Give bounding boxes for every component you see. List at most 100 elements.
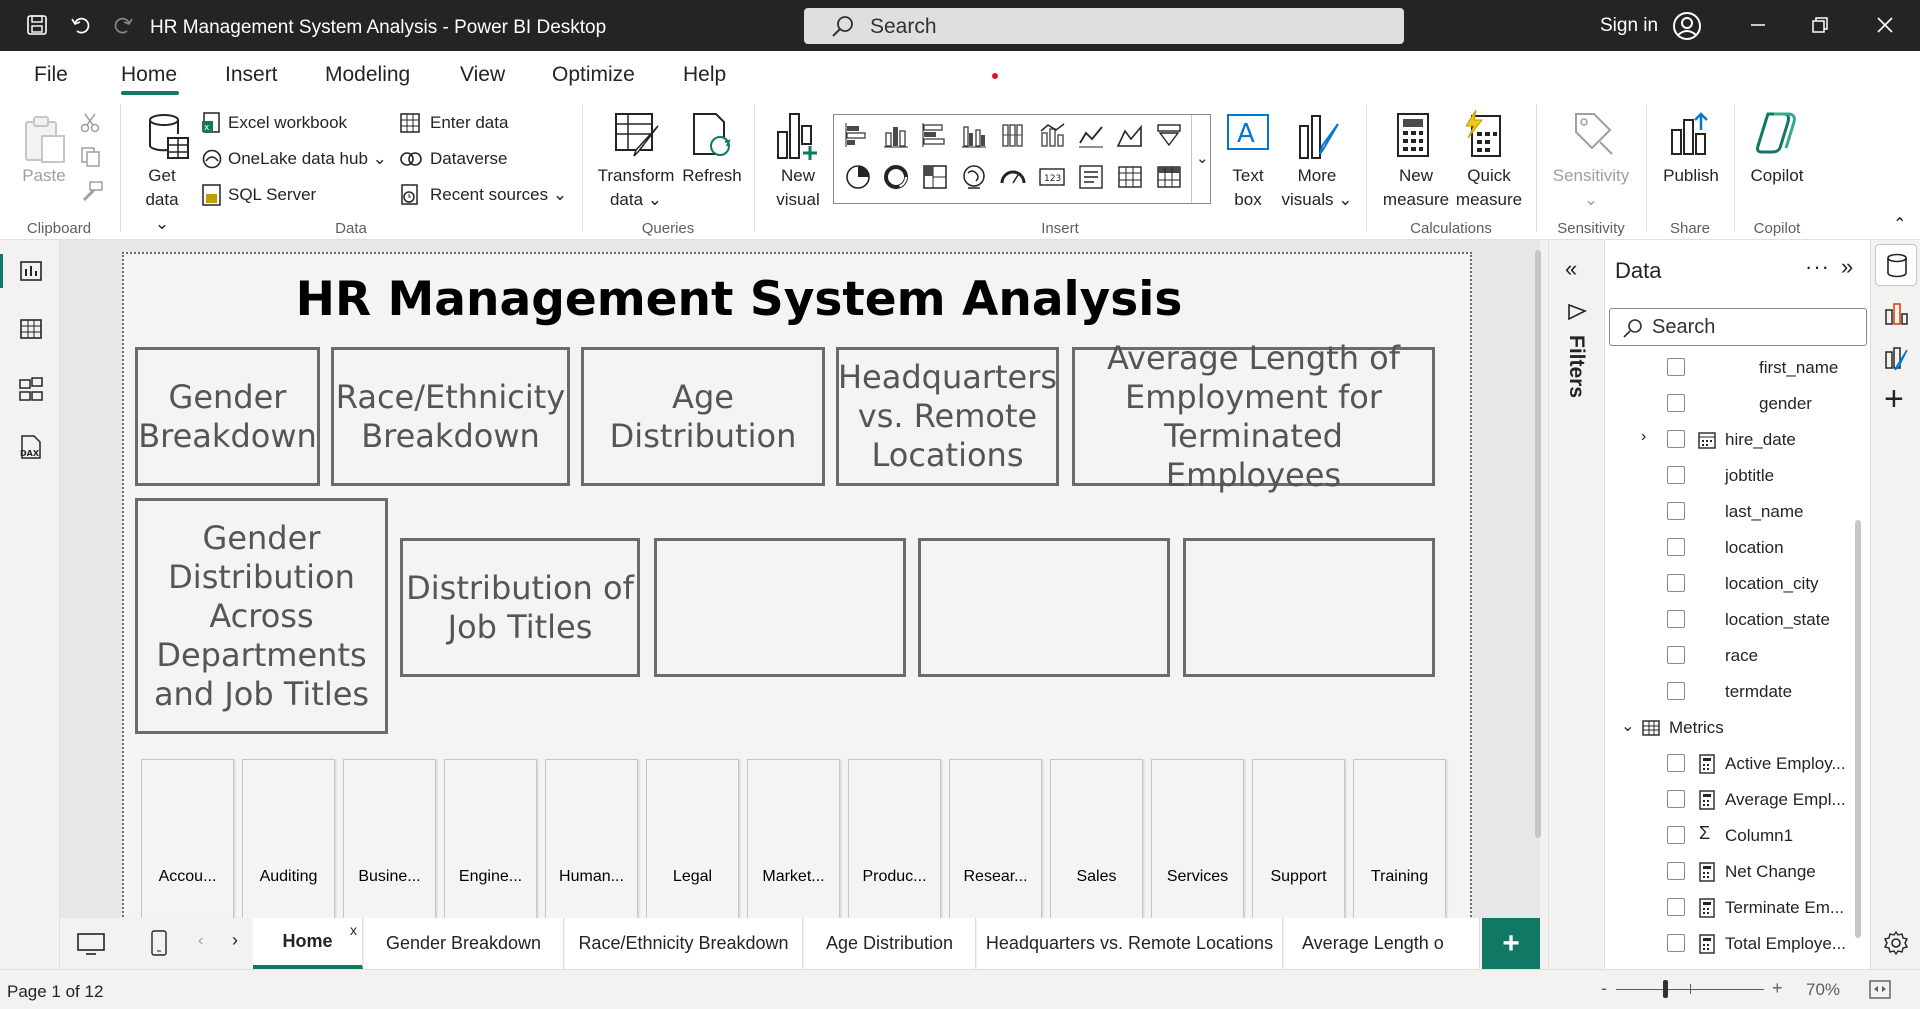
- visuals-gallery[interactable]: 123 ⌄: [833, 114, 1211, 204]
- account-icon[interactable]: [1672, 11, 1702, 41]
- page-tab-average-length[interactable]: Average Length o: [1284, 918, 1480, 969]
- area-chart-icon[interactable]: [1116, 121, 1144, 149]
- field-checkbox[interactable]: [1667, 682, 1685, 700]
- field-checkbox[interactable]: [1667, 574, 1685, 592]
- minimize-icon[interactable]: [1745, 12, 1771, 38]
- field-checkbox[interactable]: [1667, 358, 1685, 376]
- zoom-slider-thumb[interactable]: [1663, 980, 1668, 998]
- field-item[interactable]: location_city: [1605, 566, 1871, 602]
- model-view-icon[interactable]: [18, 376, 44, 404]
- copilot-button[interactable]: Copilot: [1740, 164, 1814, 188]
- measure-item[interactable]: Active Employ...: [1605, 746, 1871, 782]
- distribution-of-job-titles-button[interactable]: Distribution of Job Titles: [400, 538, 640, 677]
- treemap-icon[interactable]: [921, 163, 949, 191]
- redo-icon[interactable]: [110, 12, 136, 38]
- field-checkbox[interactable]: [1667, 898, 1685, 916]
- empty-button-placeholder[interactable]: [918, 538, 1170, 677]
- mobile-layout-icon[interactable]: [150, 929, 168, 957]
- page-tab-gender-breakdown[interactable]: Gender Breakdown: [364, 918, 564, 969]
- department-slicer-item[interactable]: Training: [1353, 759, 1446, 918]
- format-painter-icon[interactable]: [80, 180, 104, 202]
- page-tab-home[interactable]: Home x: [253, 918, 363, 969]
- dax-query-view-icon[interactable]: DAX: [16, 434, 46, 462]
- close-tab-icon[interactable]: x: [350, 922, 357, 938]
- field-checkbox[interactable]: [1667, 466, 1685, 484]
- tab-help[interactable]: Help: [683, 63, 726, 87]
- add-page-button[interactable]: +: [1482, 918, 1540, 969]
- department-slicer-item[interactable]: Legal: [646, 759, 739, 918]
- paste-button[interactable]: Paste: [22, 164, 66, 188]
- field-checkbox[interactable]: [1667, 790, 1685, 808]
- department-slicer-item[interactable]: Produc...: [848, 759, 941, 918]
- zoom-out-button[interactable]: -: [1601, 978, 1607, 999]
- quick-measure-button[interactable]: Quick measure: [1454, 164, 1524, 212]
- line-chart-icon[interactable]: [1077, 121, 1105, 149]
- department-slicer-item[interactable]: Sales: [1050, 759, 1143, 918]
- restore-icon[interactable]: [1807, 12, 1833, 38]
- tab-home[interactable]: Home: [121, 63, 177, 87]
- field-item[interactable]: last_name: [1605, 494, 1871, 530]
- collapse-filters-icon[interactable]: «: [1565, 256, 1577, 282]
- stacked-column-chart-icon[interactable]: [882, 121, 910, 149]
- empty-button-placeholder[interactable]: [654, 538, 906, 677]
- visualizations-icon[interactable]: [1883, 300, 1909, 328]
- pie-chart-icon[interactable]: [844, 163, 872, 191]
- line-and-column-chart-icon[interactable]: [1038, 121, 1066, 149]
- donut-chart-icon[interactable]: [882, 163, 910, 191]
- measure-item[interactable]: Average Empl...: [1605, 782, 1871, 818]
- table-view-icon[interactable]: [18, 316, 44, 342]
- tab-insert[interactable]: Insert: [225, 63, 278, 87]
- department-slicer-item[interactable]: Accou...: [141, 759, 234, 918]
- field-item[interactable]: location: [1605, 530, 1871, 566]
- field-item[interactable]: termdate: [1605, 674, 1871, 710]
- field-checkbox[interactable]: [1667, 934, 1685, 952]
- expand-chevron-icon[interactable]: ›: [1641, 428, 1646, 446]
- transform-data-button[interactable]: Transform data ⌄: [594, 164, 678, 212]
- clustered-bar-chart-icon[interactable]: [921, 121, 949, 149]
- excel-workbook-button[interactable]: Excel workbook: [228, 113, 347, 133]
- save-icon[interactable]: [24, 12, 50, 38]
- table-visual-icon[interactable]: [1116, 163, 1144, 191]
- zoom-in-button[interactable]: +: [1772, 978, 1783, 999]
- copy-icon[interactable]: [80, 146, 102, 168]
- filters-label[interactable]: Filters: [1564, 335, 1588, 398]
- measure-item[interactable]: Terminate Em...: [1605, 890, 1871, 926]
- multi-row-card-icon[interactable]: [1077, 163, 1105, 191]
- age-distribution-button[interactable]: Age Distribution: [581, 347, 825, 486]
- department-slicer-item[interactable]: Auditing: [242, 759, 335, 918]
- new-visual-button[interactable]: New visual: [770, 164, 826, 212]
- measure-item[interactable]: Total Employe...: [1605, 926, 1871, 962]
- new-measure-button[interactable]: New measure: [1378, 164, 1454, 212]
- add-pane-icon[interactable]: +: [1884, 380, 1904, 419]
- tab-view[interactable]: View: [460, 63, 505, 87]
- field-item[interactable]: first_name: [1605, 350, 1871, 386]
- report-view-icon[interactable]: [18, 258, 44, 284]
- clustered-column-chart-icon[interactable]: [960, 121, 988, 149]
- close-icon[interactable]: [1872, 12, 1898, 38]
- 100-percent-column-chart-icon[interactable]: [999, 121, 1027, 149]
- gauge-icon[interactable]: [999, 163, 1027, 191]
- tab-modeling[interactable]: Modeling: [325, 63, 410, 87]
- fit-to-page-icon[interactable]: [1868, 979, 1892, 1001]
- tab-file[interactable]: File: [34, 63, 68, 87]
- dataverse-button[interactable]: Dataverse: [430, 149, 507, 169]
- undo-icon[interactable]: [68, 12, 94, 38]
- sql-server-button[interactable]: SQL Server: [228, 185, 316, 205]
- tab-optimize[interactable]: Optimize: [552, 63, 635, 87]
- global-search-input[interactable]: Search: [804, 8, 1404, 44]
- field-checkbox[interactable]: [1667, 430, 1685, 448]
- field-checkbox[interactable]: [1667, 538, 1685, 556]
- data-pane-scrollbar[interactable]: [1855, 520, 1861, 938]
- field-checkbox[interactable]: [1667, 502, 1685, 520]
- field-checkbox[interactable]: [1667, 610, 1685, 628]
- sign-in-link[interactable]: Sign in: [1600, 15, 1658, 37]
- more-options-icon[interactable]: ···: [1805, 254, 1830, 280]
- field-checkbox[interactable]: [1667, 862, 1685, 880]
- department-slicer-item[interactable]: Busine...: [343, 759, 436, 918]
- department-slicer-item[interactable]: Engine...: [444, 759, 537, 918]
- average-length-of-employment-button[interactable]: Average Length of Employment for Termina…: [1072, 339, 1435, 494]
- publish-button[interactable]: Publish: [1656, 164, 1726, 188]
- more-visuals-button[interactable]: More visuals ⌄: [1278, 164, 1356, 212]
- desktop-layout-icon[interactable]: [76, 932, 106, 956]
- gender-breakdown-button[interactable]: Gender Breakdown: [135, 347, 320, 486]
